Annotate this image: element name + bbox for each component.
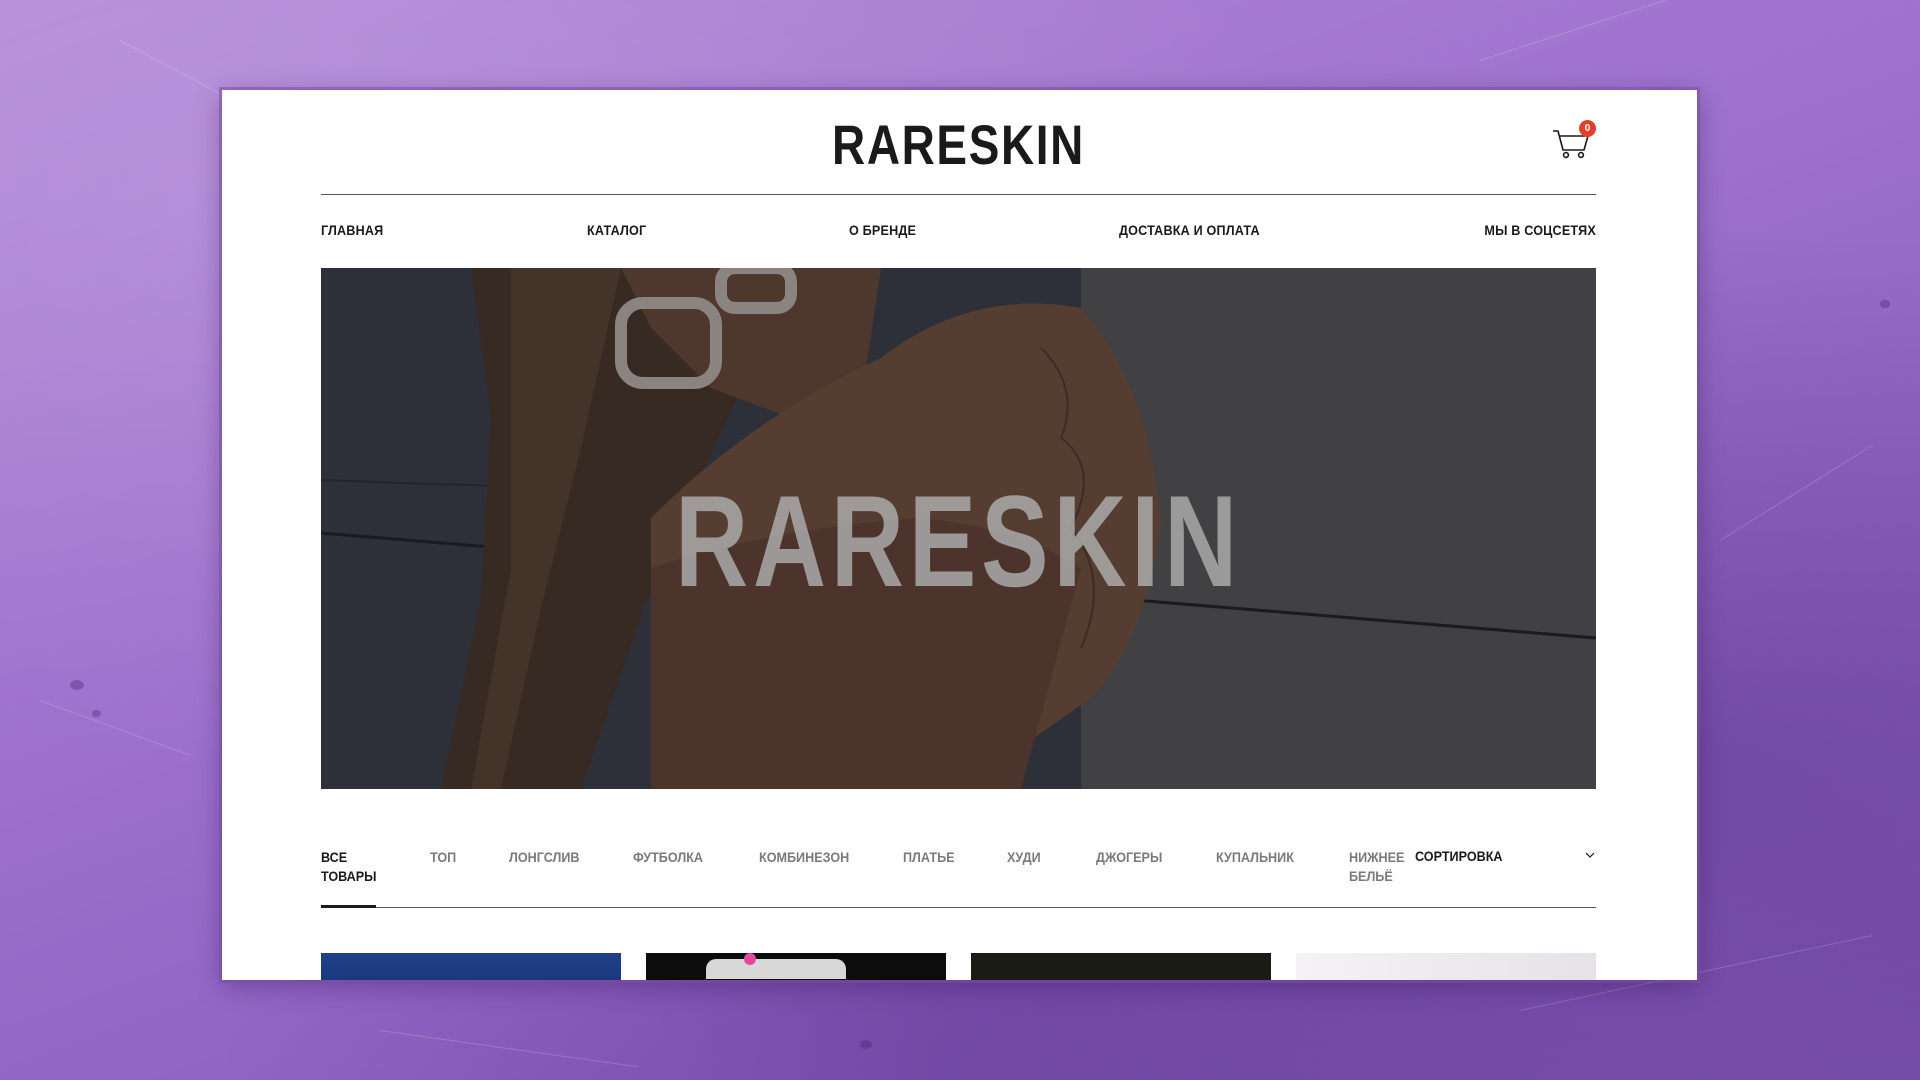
background-scratch	[1479, 0, 1766, 61]
website-window: RARESKIN 0 ГЛАВНАЯ КАТАЛОГ О БРЕНДЕ ДОСТ…	[222, 90, 1697, 980]
tab-underwear[interactable]: НИЖНЕЕ БЕЛЬЁ	[1349, 848, 1404, 886]
tab-joggers[interactable]: ДЖОГЕРЫ	[1096, 848, 1162, 867]
product-card[interactable]	[646, 953, 946, 980]
tab-hoodie[interactable]: ХУДИ	[1007, 848, 1041, 867]
tab-swimsuit[interactable]: КУПАЛЬНИК	[1216, 848, 1294, 867]
chevron-down-icon	[1585, 852, 1595, 858]
site-logo[interactable]: RARESKIN	[436, 112, 1482, 177]
tab-tshirt[interactable]: ФУТБОЛКА	[633, 848, 703, 867]
main-nav: ГЛАВНАЯ КАТАЛОГ О БРЕНДЕ ДОСТАВКА И ОПЛА…	[321, 222, 1596, 238]
product-thumbnail	[706, 959, 846, 979]
background-scratch	[39, 700, 191, 756]
sort-label: СОРТИРОВКА	[1415, 848, 1503, 864]
filter-divider	[321, 907, 1596, 908]
nav-about-brand[interactable]: О БРЕНДЕ	[849, 222, 916, 238]
background-scratch	[379, 1030, 638, 1068]
product-card[interactable]	[971, 953, 1271, 980]
page-content: RARESKIN 0 ГЛАВНАЯ КАТАЛОГ О БРЕНДЕ ДОСТ…	[321, 90, 1596, 980]
nav-catalog[interactable]: КАТАЛОГ	[587, 222, 646, 238]
tab-dress[interactable]: ПЛАТЬЕ	[903, 848, 955, 867]
background-speck	[1880, 300, 1890, 308]
product-grid	[321, 953, 1596, 980]
nav-social[interactable]: МЫ В СОЦСЕТЯХ	[1484, 222, 1596, 238]
cart-button[interactable]: 0	[1552, 120, 1596, 160]
category-filter-bar: ВСЕ ТОВАРЫ ТОП ЛОНГСЛИВ ФУТБОЛКА КОМБИНЕ…	[321, 848, 1596, 918]
background-scratch	[1719, 444, 1873, 541]
tab-longsleeve[interactable]: ЛОНГСЛИВ	[509, 848, 580, 867]
product-card[interactable]	[321, 953, 621, 980]
active-tab-indicator	[321, 905, 376, 908]
header-divider	[321, 194, 1596, 195]
product-thumbnail-accent	[744, 953, 756, 965]
tab-top[interactable]: ТОП	[430, 848, 456, 867]
sort-dropdown[interactable]: СОРТИРОВКА	[1415, 848, 1596, 868]
background-speck	[70, 680, 84, 690]
background-speck	[92, 710, 101, 717]
hero-title: RARESKIN	[674, 468, 1243, 614]
nav-home[interactable]: ГЛАВНАЯ	[321, 222, 383, 238]
hero-banner: RARESKIN	[321, 268, 1596, 789]
cart-count-badge: 0	[1579, 120, 1596, 137]
product-card[interactable]	[1296, 953, 1596, 980]
background-speck	[860, 1040, 872, 1049]
nav-delivery-payment[interactable]: ДОСТАВКА И ОПЛАТА	[1119, 222, 1260, 238]
tab-all-products[interactable]: ВСЕ ТОВАРЫ	[321, 848, 377, 886]
tab-jumpsuit[interactable]: КОМБИНЕЗОН	[759, 848, 849, 867]
